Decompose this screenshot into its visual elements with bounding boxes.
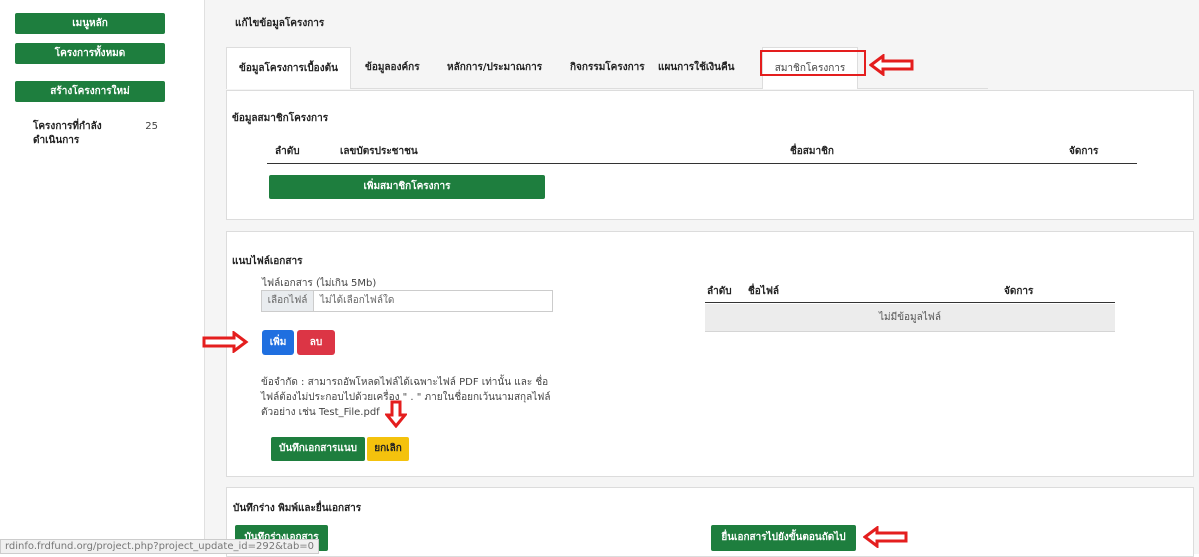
file-empty-row: ไม่มีข้อมูลไฟล์	[705, 304, 1115, 332]
no-file-text: ไม่ได้เลือกไฟล์ใด	[320, 295, 395, 306]
members-section-title: ข้อมูลสมาชิกโครงการ	[232, 113, 329, 124]
members-col-id: เลขบัตรประชาชน	[340, 146, 418, 157]
members-col-manage: จัดการ	[1069, 146, 1099, 157]
tab-organization[interactable]: ข้อมูลองค์กร	[365, 47, 420, 89]
annotation-arrow-down-icon	[385, 400, 407, 428]
tab-repayment-plan[interactable]: แผนการใช้เงินคืน	[658, 47, 735, 89]
save-attachment-button[interactable]: บันทึกเอกสารแนบ	[271, 437, 365, 461]
choose-file-button[interactable]: เลือกไฟล์	[262, 291, 314, 311]
members-col-name: ชื่อสมาชิก	[790, 146, 834, 157]
submit-next-step-button[interactable]: ยื่นเอกสารไปยังขั้นตอนถัดไป	[711, 525, 856, 551]
create-project-button[interactable]: สร้างโครงการใหม่	[15, 81, 165, 102]
attachment-section-title: แนบไฟล์เอกสาร	[232, 256, 303, 267]
members-header-divider	[267, 163, 1137, 164]
add-member-button[interactable]: เพิ่มสมาชิกโครงการ	[269, 175, 545, 199]
all-projects-button[interactable]: โครงการทั้งหมด	[15, 43, 165, 64]
file-col-name: ชื่อไฟล์	[748, 286, 780, 297]
file-col-order: ลำดับ	[707, 286, 732, 297]
tab-principle-estimate[interactable]: หลักการ/ประมาณการ	[447, 47, 542, 89]
annotation-arrow-right-icon	[202, 331, 249, 353]
upload-note: ข้อจำกัด : สามารถอัพโหลดไฟล์ได้เฉพาะไฟล์…	[261, 377, 551, 418]
file-header-divider	[705, 302, 1115, 303]
file-col-manage: จัดการ	[1004, 286, 1034, 297]
page-title: แก้ไขข้อมูลโครงการ	[235, 18, 325, 29]
file-empty-text: ไม่มีข้อมูลไฟล์	[878, 312, 941, 323]
cancel-attachment-button[interactable]: ยกเลิก	[367, 437, 409, 461]
sidebar: เมนูหลัก โครงการทั้งหมด สร้างโครงการใหม่…	[0, 0, 205, 554]
annotation-arrow-left-icon	[869, 54, 914, 76]
submit-panel: บันทึกร่าง พิมพ์และยื่นเอกสาร	[226, 487, 1194, 557]
file-field-label: ไฟล์เอกสาร (ไม่เกิน 5Mb)	[262, 278, 377, 289]
sidebar-item-in-progress[interactable]: โครงการที่กำลัง ดำเนินการ 25	[33, 120, 158, 148]
main-content: แก้ไขข้อมูลโครงการ ข้อมูลโครงการเบื้องต้…	[202, 0, 1199, 557]
file-input[interactable]: เลือกไฟล์ ไม่ได้เลือกไฟล์ใด	[261, 290, 553, 312]
main-menu-button[interactable]: เมนูหลัก	[15, 13, 165, 34]
tab-activities[interactable]: กิจกรรมโครงการ	[570, 47, 645, 89]
submit-section-title: บันทึกร่าง พิมพ์และยื่นเอกสาร	[233, 503, 362, 514]
members-panel: ข้อมูลสมาชิกโครงการ ลำดับ เลขบัตรประชาชน…	[226, 90, 1194, 220]
in-progress-count: 25	[145, 121, 158, 132]
tab-basic-info[interactable]: ข้อมูลโครงการเบื้องต้น	[226, 47, 351, 89]
status-bar-url: rdinfo.frdfund.org/project.php?project_u…	[0, 539, 320, 554]
annotation-highlight-box	[760, 50, 866, 76]
annotation-arrow-left-icon-2	[863, 526, 908, 548]
delete-file-button[interactable]: ลบ	[297, 330, 335, 355]
add-file-button[interactable]: เพิ่ม	[262, 330, 294, 355]
members-col-order: ลำดับ	[275, 146, 300, 157]
in-progress-label: โครงการที่กำลัง ดำเนินการ	[33, 121, 102, 146]
